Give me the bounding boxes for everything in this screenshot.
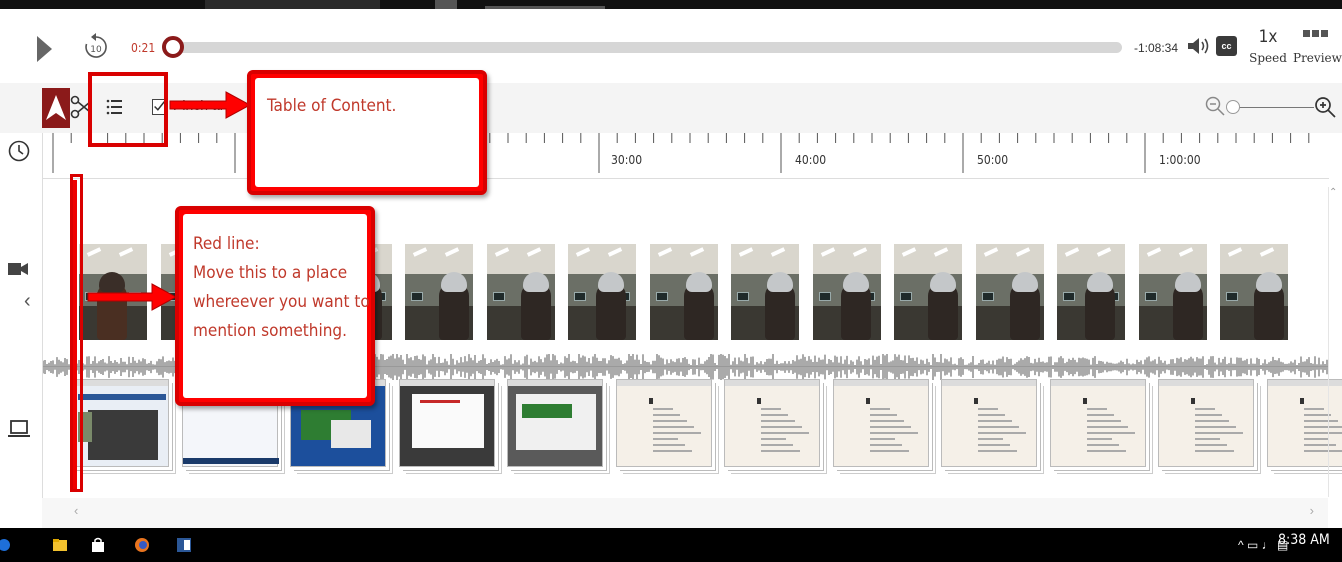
timeline-ruler[interactable]: 30:00 40:00 50:00 1:00:00 [8,133,1329,179]
preview-grid-icon [1293,27,1337,47]
toc-callout-text: Table of Content. [267,96,397,116]
folder-icon[interactable] [52,537,68,553]
video-thumbnail[interactable] [405,244,473,340]
playhead-highlight-box [70,174,83,492]
callout-line: Move this to a place [193,263,348,283]
screen-thumbnail[interactable] [832,379,929,467]
video-thumbnail[interactable] [1138,244,1207,340]
screen-thumbnail[interactable] [1049,379,1146,467]
chevron-left-icon[interactable]: ‹ [74,503,78,518]
video-thumbnail[interactable] [812,244,881,340]
play-icon[interactable] [37,36,52,62]
toc-highlight-box [88,72,168,147]
video-camera-icon [8,263,28,275]
video-thumbnail[interactable] [486,244,555,340]
panopto-editor-screen: 10 0:21 -1:08:34 cc 1x Speed Preview 30:… [0,0,1342,562]
zoom-slider-track[interactable] [1230,107,1314,108]
screen-thumbnail[interactable] [941,379,1037,467]
video-thumbnail[interactable] [894,244,962,340]
vertical-scrollbar[interactable]: ⌃ [1328,187,1340,497]
screen-thumbnail[interactable] [615,379,712,467]
windows-taskbar: ^ ▭ ♩ ▤ 8:38 AM [0,528,1342,562]
clock-icon [8,140,30,162]
tick-label: 50:00 [977,153,1009,167]
tick-label: 1:00:00 [1159,153,1201,167]
screen-thumbnail[interactable] [73,379,169,467]
callout-line: Red line: [193,234,260,254]
rewind-10-icon[interactable]: 10 [82,31,110,61]
tick-label: 30:00 [611,153,643,167]
callout-body [255,78,479,187]
screen-thumbnail[interactable] [398,379,495,467]
video-thumbnail[interactable] [568,244,636,340]
store-icon[interactable] [90,537,106,553]
screen-thumbnail[interactable] [724,379,820,467]
redline-callout-text: Red line: Move this to a place whereever… [193,230,370,346]
screen-thumbnail[interactable] [1158,379,1254,467]
preview-label: Preview [1293,51,1342,65]
video-thumbnail[interactable] [649,244,718,340]
annotation-arrow-icon [169,91,252,119]
progress-bar[interactable] [168,42,1122,53]
video-thumbnail[interactable] [1057,244,1125,340]
panopto-logo-icon [42,88,70,128]
edge-icon[interactable] [0,537,16,553]
time-remaining: -1:08:34 [1134,41,1179,55]
chevron-right-icon[interactable]: › [1310,503,1314,518]
speed-value: 1x [1258,27,1278,47]
time-elapsed: 0:21 [131,41,156,55]
zoom-out-icon[interactable] [1204,95,1226,117]
zoom-slider-thumb[interactable] [1226,100,1240,114]
word-icon[interactable] [176,537,192,553]
volume-icon[interactable] [1186,36,1212,56]
chevron-up-icon[interactable]: ⌃ [1329,187,1337,198]
callout-line: whereever you want to [193,292,370,312]
browser-tab[interactable] [205,0,380,9]
closed-captions-button[interactable]: cc [1216,36,1237,56]
taskbar-clock: 8:38 AM [1278,532,1330,548]
laptop-icon [8,420,30,437]
preview-button[interactable]: Preview [1293,27,1342,65]
ruler-ticks [52,133,1310,173]
progress-scrubber[interactable] [162,36,184,58]
chevron-left-icon[interactable]: ‹ [24,290,31,313]
zoom-in-icon[interactable] [1313,95,1337,119]
toc-callout: Table of Content. [247,70,487,195]
speed-label: Speed [1249,51,1287,65]
annotation-arrow-icon [87,283,178,311]
video-thumbnail[interactable] [1220,244,1288,340]
speed-button[interactable]: 1x Speed [1248,27,1288,65]
redline-callout: Red line: Move this to a place whereever… [175,206,375,406]
screen-thumbnail[interactable] [507,379,603,467]
tab-marker [435,0,457,9]
player-controls: 10 0:21 -1:08:34 cc 1x Speed Preview [0,9,1342,83]
svg-text:10: 10 [90,45,102,55]
tick-label: 40:00 [795,153,827,167]
callout-line: mention something. [193,321,347,341]
window-top-strip [0,0,1342,9]
video-thumbnail[interactable] [975,244,1044,340]
horizontal-scrollbar[interactable]: ‹ › [42,498,1328,528]
video-thumbnail[interactable] [731,244,799,340]
firefox-icon[interactable] [134,537,150,553]
